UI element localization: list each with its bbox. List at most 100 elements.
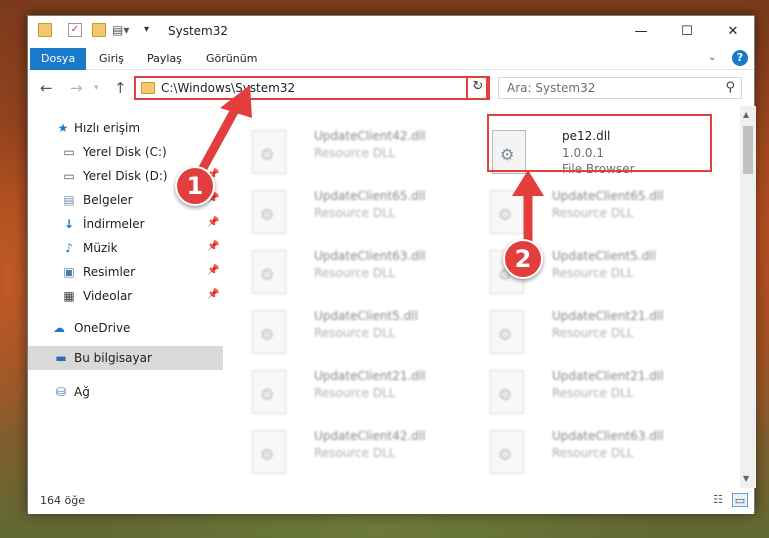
scroll-down-icon[interactable]: ▼ — [743, 474, 749, 483]
highlight-box — [487, 114, 712, 172]
sidebar-item-local-disk-c[interactable]: ▭ Yerel Disk (C:) — [28, 140, 223, 164]
pin-icon[interactable]: 📌 — [207, 289, 219, 300]
close-button[interactable]: ✕ — [710, 16, 756, 46]
dll-file-icon: ⚙ — [490, 310, 524, 354]
dll-file-icon: ⚙ — [490, 190, 524, 234]
ribbon-expand-icon[interactable]: ⌄ — [708, 52, 716, 63]
sidebar-item-network[interactable]: ⛁ Ağ — [28, 380, 223, 404]
customize-quick-access-icon[interactable]: ▤▾ — [112, 23, 129, 37]
tab-paylas[interactable]: Paylaş — [136, 48, 193, 70]
help-icon[interactable]: ? — [732, 50, 748, 66]
list-item[interactable]: ⚙ UpdateClient5.dll Resource DLL — [244, 306, 474, 366]
file-type: Resource DLL — [552, 446, 634, 460]
drive-icon: ▭ — [63, 169, 75, 183]
sidebar-item-label: İndirmeler — [83, 217, 145, 231]
list-item[interactable]: ⚙ UpdateClient42.dll Resource DLL — [244, 426, 474, 486]
window-title: System32 — [168, 24, 229, 38]
sidebar-item-onedrive[interactable]: ☁ OneDrive — [28, 316, 223, 340]
up-button[interactable]: ↑ — [114, 79, 127, 97]
tab-giris[interactable]: Giriş — [88, 48, 135, 70]
sidebar-item-label: Resimler — [83, 265, 136, 279]
dll-file-icon: ⚙ — [252, 310, 286, 354]
maximize-button[interactable]: ☐ — [664, 16, 710, 46]
file-name: UpdateClient5.dll — [314, 309, 418, 323]
sidebar-item-this-pc[interactable]: ▬ Bu bilgisayar — [28, 346, 223, 370]
scroll-up-icon[interactable]: ▲ — [743, 110, 749, 119]
list-item[interactable]: ⚙ UpdateClient65.dll Resource DLL — [244, 186, 474, 246]
forward-button[interactable]: → — [70, 79, 83, 97]
search-icon[interactable]: ⚲ — [725, 80, 735, 95]
dll-file-icon: ⚙ — [252, 130, 286, 174]
pin-icon[interactable]: 📌 — [207, 241, 219, 252]
quick-access-dropdown-icon[interactable]: ▾ — [144, 23, 158, 37]
search-placeholder: Ara: System32 — [507, 81, 596, 95]
address-path[interactable]: C:\Windows\System32 — [161, 81, 295, 95]
list-item[interactable]: ⚙ UpdateClient63.dll Resource DLL — [482, 426, 712, 486]
list-item[interactable]: ⚙ UpdateClient65.dll Resource DLL — [482, 186, 712, 246]
sidebar-item-label: Belgeler — [83, 193, 133, 207]
documents-icon: ▤ — [63, 193, 75, 207]
star-icon: ★ — [57, 121, 69, 135]
address-bar[interactable]: C:\Windows\System32 ⌵ — [134, 76, 488, 100]
callout-1: 1 — [175, 166, 215, 206]
file-name: UpdateClient65.dll — [314, 189, 426, 203]
file-name: UpdateClient21.dll — [314, 369, 426, 383]
file-explorer-window: ✓ ▤▾ ▾ System32 — ☐ ✕ Dosya Giriş Paylaş… — [27, 15, 756, 514]
details-view-icon[interactable]: ☷ — [710, 493, 726, 507]
sidebar-item-label: Müzik — [83, 241, 118, 255]
sidebar-item-label: Bu bilgisayar — [74, 351, 152, 365]
back-button[interactable]: ← — [40, 79, 53, 97]
file-type: Resource DLL — [552, 326, 634, 340]
dll-file-icon: ⚙ — [490, 430, 524, 474]
sidebar-item-label: Ağ — [74, 385, 90, 399]
sidebar-item-music[interactable]: ♪ Müzik 📌 — [28, 236, 223, 260]
list-item[interactable]: ⚙ UpdateClient21.dll Resource DLL — [482, 366, 712, 426]
properties-icon[interactable]: ✓ — [68, 23, 82, 37]
file-type: Resource DLL — [314, 446, 396, 460]
cloud-icon: ☁ — [53, 321, 65, 335]
file-type: Resource DLL — [314, 326, 396, 340]
file-name: UpdateClient21.dll — [552, 369, 664, 383]
folder-icon — [38, 23, 52, 37]
file-name: UpdateClient63.dll — [552, 429, 664, 443]
sidebar-item-downloads[interactable]: ↓ İndirmeler 📌 — [28, 212, 223, 236]
sidebar-item-label: Hızlı erişim — [74, 121, 141, 135]
pin-icon[interactable]: 📌 — [207, 217, 219, 228]
list-item[interactable]: ⚙ UpdateClient42.dll Resource DLL — [244, 126, 474, 186]
dll-file-icon: ⚙ — [252, 430, 286, 474]
dll-file-icon: ⚙ — [252, 190, 286, 234]
file-type: Resource DLL — [552, 266, 634, 280]
dll-file-icon: ⚙ — [252, 250, 286, 294]
list-item[interactable]: ⚙ UpdateClient21.dll Resource DLL — [482, 306, 712, 366]
pin-icon[interactable]: 📌 — [207, 265, 219, 276]
sidebar-item-videos[interactable]: ▦ Videolar 📌 — [28, 284, 223, 308]
list-item[interactable]: ⚙ UpdateClient63.dll Resource DLL — [244, 246, 474, 306]
scrollbar-thumb[interactable] — [743, 126, 753, 174]
file-name: UpdateClient5.dll — [552, 249, 656, 263]
dll-file-icon: ⚙ — [252, 370, 286, 414]
tab-dosya[interactable]: Dosya — [30, 48, 87, 70]
sidebar-item-label: OneDrive — [74, 321, 131, 335]
file-type: Resource DLL — [314, 146, 396, 160]
downloads-icon: ↓ — [63, 217, 75, 231]
search-box[interactable]: Ara: System32 ⚲ — [498, 77, 742, 99]
file-type: Resource DLL — [314, 206, 396, 220]
new-folder-icon[interactable] — [92, 23, 106, 37]
file-type: Resource DLL — [552, 386, 634, 400]
drive-icon: ▭ — [63, 145, 75, 159]
large-icons-view-icon[interactable]: ▭ — [732, 493, 748, 507]
callout-2: 2 — [503, 239, 543, 279]
vertical-scrollbar[interactable]: ▲ ▼ — [740, 106, 756, 488]
file-name: UpdateClient21.dll — [552, 309, 664, 323]
navigation-bar: ← → ▾ ↑ C:\Windows\System32 ⌵ ↻ Ara: Sys… — [28, 71, 754, 105]
list-item[interactable]: ⚙ UpdateClient21.dll Resource DLL — [244, 366, 474, 426]
videos-icon: ▦ — [63, 289, 75, 303]
minimize-button[interactable]: — — [618, 16, 664, 46]
music-icon: ♪ — [65, 241, 73, 255]
sidebar-item-pictures[interactable]: ▣ Resimler 📌 — [28, 260, 223, 284]
refresh-icon[interactable]: ↻ — [468, 79, 488, 97]
file-type: Resource DLL — [552, 206, 634, 220]
sidebar-item-quick-access[interactable]: ★ Hızlı erişim — [28, 116, 223, 140]
recent-locations-icon[interactable]: ▾ — [94, 83, 99, 93]
tab-gorunum[interactable]: Görünüm — [195, 48, 268, 70]
